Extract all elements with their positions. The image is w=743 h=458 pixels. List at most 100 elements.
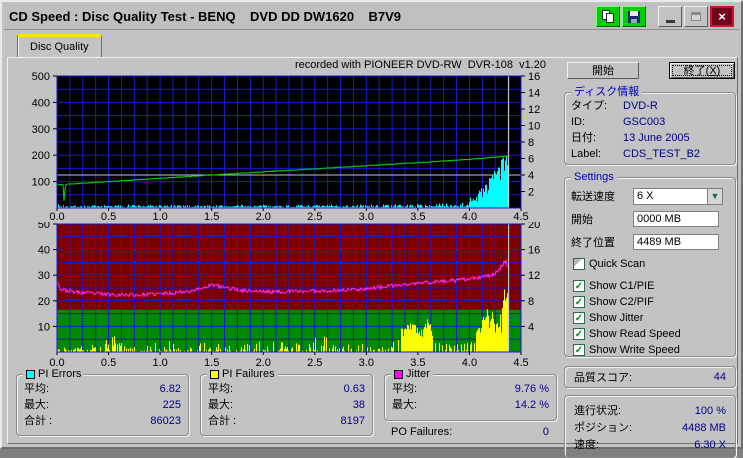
position-value: 4488 MB: [682, 421, 726, 438]
speed-label: 速度:: [574, 438, 599, 455]
svg-text:12: 12: [528, 104, 540, 116]
disc-info-group: ディスク情報 タイプ:DVD-R ID:GSC003 日付:13 June 20…: [564, 92, 736, 165]
start-button[interactable]: 開始: [567, 62, 639, 79]
svg-text:20: 20: [528, 222, 540, 231]
close-icon: ×: [718, 10, 726, 23]
end-position-input[interactable]: [633, 234, 719, 250]
svg-text:4: 4: [528, 170, 534, 182]
svg-text:0.0: 0.0: [49, 211, 64, 222]
disc-type-value: DVD-R: [623, 99, 658, 115]
minimize-button[interactable]: [658, 6, 682, 27]
svg-text:1.0: 1.0: [152, 357, 167, 368]
jitter-swatch: [394, 370, 403, 379]
settings-title: Settings: [574, 171, 614, 184]
recorded-with-label: recorded with PIONEER DVD-RW DVR-108 v1.…: [12, 59, 560, 72]
transfer-speed-value: 6 X: [634, 190, 707, 202]
close-button[interactable]: ×: [710, 6, 734, 27]
svg-text:1.5: 1.5: [204, 357, 219, 368]
checkbox-unchecked-icon: [573, 258, 585, 270]
svg-text:50: 50: [38, 222, 50, 231]
avg-value: 0.63: [344, 382, 365, 398]
disc-label-label: Label:: [571, 147, 623, 163]
svg-text:0.5: 0.5: [101, 357, 116, 368]
svg-text:400: 400: [32, 97, 50, 109]
checkbox-show-c1-pie[interactable]: ✓Show C1/PIE: [573, 278, 729, 293]
charts-area: recorded with PIONEER DVD-RW DVR-108 v1.…: [12, 59, 560, 368]
quality-score-value: 44: [714, 371, 726, 383]
svg-text:8: 8: [528, 137, 534, 149]
disc-id-value: GSC003: [623, 115, 665, 131]
titlebar[interactable]: CD Speed : Disc Quality Test - BENQ DVD …: [4, 4, 739, 30]
copy-button[interactable]: [596, 6, 620, 27]
checkbox-checked-icon: ✓: [573, 296, 585, 308]
svg-text:0.5: 0.5: [101, 211, 116, 222]
stats-row: PI Errors 平均:6.82 最大:225 合計 :86023 PI Fa…: [16, 374, 557, 438]
avg-label: 平均:: [24, 382, 49, 398]
svg-text:14: 14: [528, 88, 540, 100]
disc-quality-panel: recorded with PIONEER DVD-RW DVR-108 v1.…: [7, 57, 738, 444]
po-failures-label: PO Failures:: [391, 426, 452, 438]
max-label: 最大:: [208, 398, 233, 414]
transfer-speed-select[interactable]: 6 X ▼: [633, 188, 723, 205]
window-title: CD Speed : Disc Quality Test - BENQ DVD …: [9, 9, 594, 24]
total-label: 合計 :: [208, 414, 236, 430]
disc-date-value: 13 June 2005: [623, 131, 690, 147]
tab-strip: Disc Quality: [4, 33, 739, 57]
svg-text:4.5: 4.5: [513, 357, 528, 368]
svg-text:3.5: 3.5: [410, 357, 425, 368]
checkbox-label: Show Read Speed: [589, 328, 681, 340]
checkbox-show-write-speed[interactable]: ✓Show Write Speed: [573, 342, 729, 357]
avg-label: 平均:: [208, 382, 233, 398]
checkbox-checked-icon: ✓: [573, 280, 585, 292]
start-position-input[interactable]: [633, 211, 719, 227]
tab-label: Disc Quality: [30, 41, 89, 53]
disc-info-title: ディスク情報: [574, 86, 639, 99]
exit-button[interactable]: 終了(X): [669, 62, 735, 79]
svg-text:3.0: 3.0: [359, 357, 374, 368]
max-value: 38: [353, 398, 365, 414]
svg-text:2: 2: [528, 187, 534, 199]
checkbox-show-read-speed[interactable]: ✓Show Read Speed: [573, 326, 729, 341]
svg-text:2.0: 2.0: [256, 357, 271, 368]
svg-text:10: 10: [528, 121, 540, 133]
svg-text:2.0: 2.0: [256, 211, 271, 222]
svg-text:40: 40: [38, 245, 50, 257]
minimize-icon: [666, 20, 675, 23]
disc-date-label: 日付:: [571, 131, 623, 147]
tab-disc-quality[interactable]: Disc Quality: [17, 34, 102, 57]
checkbox-checked-icon: ✓: [573, 312, 585, 324]
max-label: 最大:: [392, 398, 417, 414]
progress-label: 進行状況:: [574, 404, 621, 421]
quality-score-box: 品質スコア: 44: [564, 366, 736, 388]
maximize-icon: [691, 12, 701, 21]
po-failures-value: 0: [543, 426, 549, 438]
checkbox-quick-scan[interactable]: Quick Scan: [573, 256, 729, 271]
svg-text:20: 20: [38, 296, 50, 308]
position-label: ポジション:: [574, 421, 632, 438]
svg-text:4.0: 4.0: [462, 211, 477, 222]
transfer-speed-label: 転送速度: [571, 188, 633, 204]
pi-failures-box: PI Failures 平均:0.63 最大:38 合計 :8197: [200, 374, 373, 436]
checkbox-label: Show Jitter: [589, 312, 643, 324]
checkbox-show-c2-pif[interactable]: ✓ Show C2/PIF: [573, 294, 729, 309]
svg-text:2.5: 2.5: [307, 211, 322, 222]
avg-label: 平均:: [392, 382, 417, 398]
po-failures-row: PO Failures: 0: [384, 426, 557, 438]
total-value: 8197: [341, 414, 365, 430]
maximize-button[interactable]: [684, 6, 708, 27]
disc-label-value: CDS_TEST_B2: [623, 147, 700, 163]
avg-value: 9.76 %: [515, 382, 549, 398]
svg-text:30: 30: [38, 270, 50, 282]
end-position-label: 終了位置: [571, 234, 633, 250]
app-window: CD Speed : Disc Quality Test - BENQ DVD …: [0, 0, 743, 449]
checkbox-show-jitter[interactable]: ✓ Show Jitter: [573, 310, 729, 325]
pi-failures-jitter-chart: 1020304050481216200.00.51.01.52.02.53.03…: [12, 222, 557, 368]
save-button[interactable]: [622, 6, 646, 27]
svg-text:200: 200: [32, 150, 50, 162]
quality-score-label: 品質スコア:: [574, 369, 632, 385]
settings-group: Settings 転送速度 6 X ▼ 開始 終了位置 Quick Scan✓S: [564, 177, 736, 357]
svg-text:500: 500: [32, 72, 50, 83]
svg-text:16: 16: [528, 245, 540, 257]
checkbox-label: Show C2/PIF: [589, 296, 654, 308]
svg-text:8: 8: [528, 296, 534, 308]
